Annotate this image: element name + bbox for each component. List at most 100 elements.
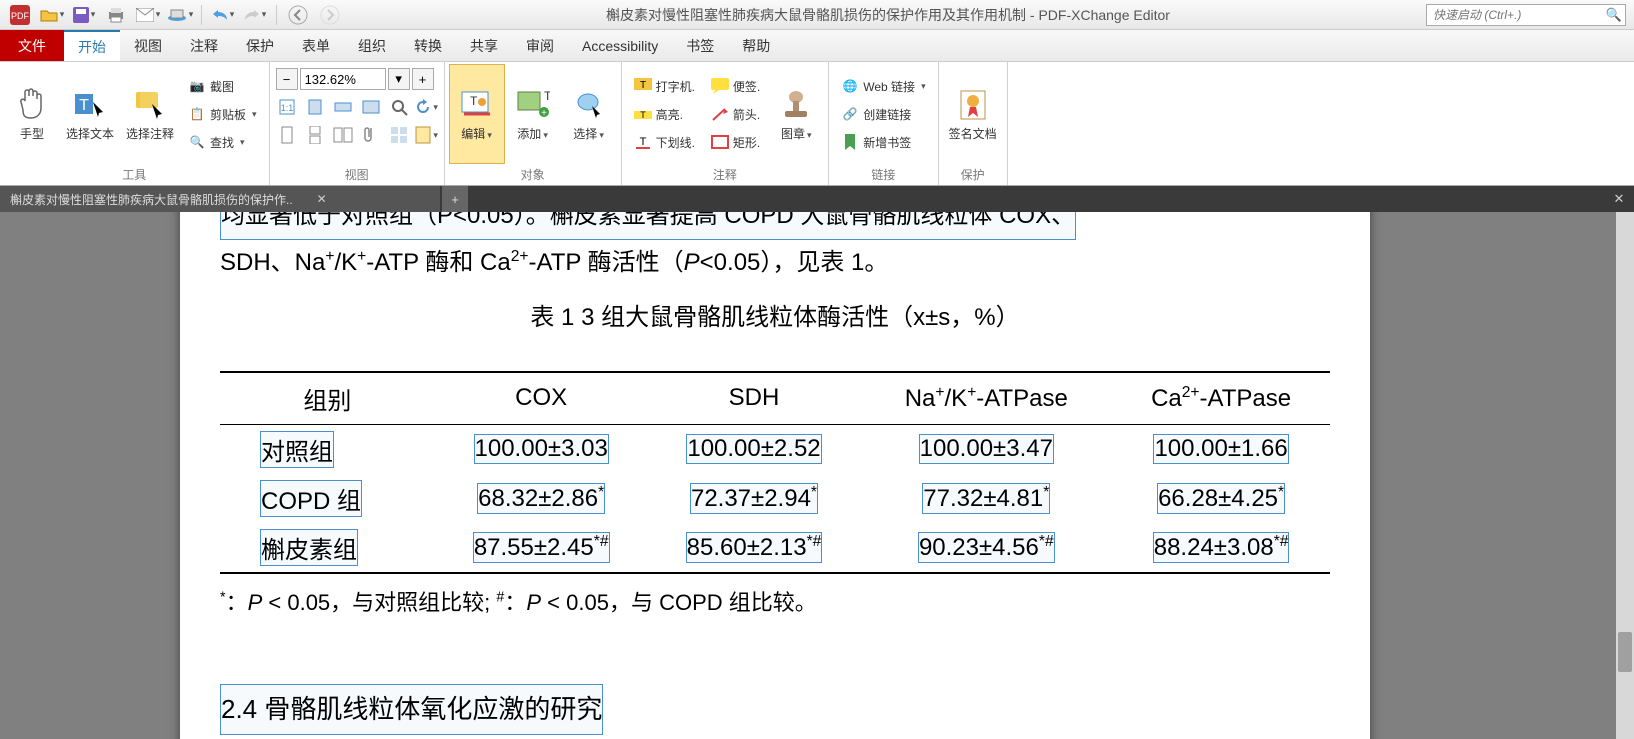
zoom-input[interactable] bbox=[300, 68, 386, 90]
select-annot-tool[interactable]: 选择注释 bbox=[120, 64, 180, 164]
quick-launch[interactable]: 🔍 bbox=[1426, 4, 1626, 26]
camera-icon: 📷 bbox=[188, 77, 206, 95]
tab-view[interactable]: 视图 bbox=[120, 30, 176, 61]
close-tab-icon[interactable]: ✕ bbox=[317, 192, 327, 206]
scan-icon[interactable] bbox=[166, 3, 194, 27]
tab-bookmarks[interactable]: 书签 bbox=[672, 30, 728, 61]
text-selection[interactable]: 均显著低于对照组（P<0.05）。槲皮素显著提高 COPD 大鼠骨骼肌线粒体 C… bbox=[220, 212, 1076, 240]
app-icon[interactable]: PDF bbox=[6, 3, 34, 27]
tab-comment[interactable]: 注释 bbox=[176, 30, 232, 61]
zoom-out-button[interactable]: − bbox=[276, 68, 298, 90]
bookmark-button[interactable]: 新增书签 bbox=[837, 129, 929, 155]
actual-size-icon[interactable]: 1:1 bbox=[274, 94, 300, 120]
table-row[interactable]: COPD 组68.32±2.86*72.37±2.94*77.32±4.81*6… bbox=[220, 474, 1330, 523]
tab-accessibility[interactable]: Accessibility bbox=[568, 30, 672, 61]
nav-back-icon[interactable] bbox=[284, 3, 312, 27]
createlink-button[interactable]: 🔗创建链接 bbox=[837, 101, 929, 127]
select-text-tool[interactable]: T 选择文本 bbox=[60, 64, 120, 164]
quick-launch-input[interactable] bbox=[1427, 8, 1603, 22]
close-all-icon[interactable]: ✕ bbox=[1604, 186, 1634, 212]
thumbnails-icon[interactable] bbox=[386, 122, 412, 148]
underline-icon: T bbox=[634, 133, 652, 151]
vertical-scrollbar[interactable] bbox=[1616, 212, 1634, 739]
document-tab-title: 槲皮素对慢性阻塞性肺疾病大鼠骨骼肌损伤的保护作.. bbox=[10, 191, 293, 208]
single-page-icon[interactable] bbox=[274, 122, 300, 148]
group-label: 对象 bbox=[449, 164, 617, 185]
ribbon: 手型 T 选择文本 选择注释 📷截图 📋剪贴板 🔍查找 工具 − ▾ bbox=[0, 62, 1634, 186]
page-layout-icon[interactable] bbox=[414, 122, 440, 148]
rect-button[interactable]: 矩形. bbox=[707, 129, 764, 155]
group-label: 注释 bbox=[626, 164, 825, 185]
svg-text:+: + bbox=[541, 108, 547, 119]
typewriter-button[interactable]: T打字机. bbox=[630, 73, 699, 99]
svg-text:PDF: PDF bbox=[11, 11, 30, 21]
table-footnote[interactable]: *：P < 0.05，与对照组比较; #：P < 0.05，与 COPD 组比较… bbox=[220, 582, 1330, 624]
find-icon: 🔍 bbox=[188, 133, 206, 151]
tab-organize[interactable]: 组织 bbox=[344, 30, 400, 61]
nav-fwd-icon[interactable] bbox=[316, 3, 344, 27]
th-ca[interactable]: Ca2+-ATPase bbox=[1112, 372, 1330, 425]
zoom-in-button[interactable]: + bbox=[412, 68, 434, 90]
weblink-button[interactable]: 🌐Web 链接 bbox=[837, 73, 929, 99]
fit-width-icon[interactable] bbox=[330, 94, 356, 120]
file-menu[interactable]: 文件 bbox=[0, 30, 64, 61]
tab-help[interactable]: 帮助 bbox=[728, 30, 784, 61]
new-tab-button[interactable]: + bbox=[442, 186, 468, 212]
tab-protect[interactable]: 保护 bbox=[232, 30, 288, 61]
svg-text:1:1: 1:1 bbox=[280, 103, 293, 113]
select-tool[interactable]: 选择 bbox=[561, 64, 617, 164]
two-page-icon[interactable] bbox=[330, 122, 356, 148]
tab-share[interactable]: 共享 bbox=[456, 30, 512, 61]
hand-tool[interactable]: 手型 bbox=[4, 64, 60, 164]
th-group[interactable]: 组别 bbox=[220, 372, 435, 425]
arrow-button[interactable]: 箭头. bbox=[707, 101, 764, 127]
underline-button[interactable]: T下划线. bbox=[630, 129, 699, 155]
data-table[interactable]: 组别 COX SDH Na+/K+-ATPase Ca2+-ATPase 对照组… bbox=[220, 371, 1330, 574]
th-nak[interactable]: Na+/K+-ATPase bbox=[860, 372, 1112, 425]
fit-page-icon[interactable] bbox=[302, 94, 328, 120]
document-viewport[interactable]: 均显著低于对照组（P<0.05）。槲皮素显著提高 COPD 大鼠骨骼肌线粒体 C… bbox=[0, 212, 1634, 739]
table-caption[interactable]: 表 1 3 组大鼠骨骼肌线粒体酶活性（x±s，%） bbox=[220, 295, 1330, 341]
redo-icon[interactable] bbox=[241, 3, 269, 27]
table-row[interactable]: 对照组100.00±3.03100.00±2.52100.00±3.47100.… bbox=[220, 424, 1330, 474]
continuous-icon[interactable] bbox=[302, 122, 328, 148]
add-tool[interactable]: T+ 添加 bbox=[505, 64, 561, 164]
body-text[interactable]: SDH、Na+/K+-ATP 酶和 Ca2+-ATP 酶活性（P<0.05），见… bbox=[220, 240, 1330, 286]
edit-tool[interactable]: T 编辑 bbox=[449, 64, 505, 164]
attach-icon[interactable] bbox=[358, 122, 384, 148]
mail-icon[interactable] bbox=[134, 3, 162, 27]
menu-bar: 文件 开始 视图 注释 保护 表单 组织 转换 共享 审阅 Accessibil… bbox=[0, 30, 1634, 62]
stamp-tool[interactable]: 图章 bbox=[768, 64, 824, 164]
tab-convert[interactable]: 转换 bbox=[400, 30, 456, 61]
section-heading[interactable]: 2.4 骨骼肌线粒体氧化应激的研究 bbox=[220, 684, 603, 735]
document-tab[interactable]: 槲皮素对慢性阻塞性肺疾病大鼠骨骼肌损伤的保护作.. ✕ bbox=[0, 186, 440, 212]
clipboard-button[interactable]: 📋剪贴板 bbox=[184, 101, 261, 127]
zoom-marquee-icon[interactable] bbox=[386, 94, 412, 120]
th-cox[interactable]: COX bbox=[435, 372, 648, 425]
print-icon[interactable] bbox=[102, 3, 130, 27]
rotate-icon[interactable] bbox=[414, 94, 440, 120]
tab-review[interactable]: 审阅 bbox=[512, 30, 568, 61]
zoom-dropdown[interactable]: ▾ bbox=[388, 68, 410, 90]
open-icon[interactable] bbox=[38, 3, 66, 27]
search-icon[interactable]: 🔍 bbox=[1603, 7, 1625, 23]
pdf-page[interactable]: 均显著低于对照组（P<0.05）。槲皮素显著提高 COPD 大鼠骨骼肌线粒体 C… bbox=[180, 212, 1370, 739]
scroll-thumb[interactable] bbox=[1618, 632, 1632, 672]
add-icon: T+ bbox=[515, 87, 551, 123]
note-button[interactable]: 便签. bbox=[707, 73, 764, 99]
table-row[interactable]: 槲皮素组87.55±2.45*#85.60±2.13*#90.23±4.56*#… bbox=[220, 523, 1330, 573]
tab-home[interactable]: 开始 bbox=[64, 30, 120, 61]
highlight-button[interactable]: T高亮. bbox=[630, 101, 699, 127]
clipboard-icon: 📋 bbox=[188, 105, 206, 123]
find-button[interactable]: 🔍查找 bbox=[184, 129, 261, 155]
undo-icon[interactable] bbox=[209, 3, 237, 27]
save-icon[interactable] bbox=[70, 3, 98, 27]
svg-text:T: T bbox=[639, 136, 646, 148]
sign-tool[interactable]: 签名文档 bbox=[943, 64, 1003, 164]
th-sdh[interactable]: SDH bbox=[648, 372, 861, 425]
screenshot-button[interactable]: 📷截图 bbox=[184, 73, 261, 99]
tab-form[interactable]: 表单 bbox=[288, 30, 344, 61]
ribbon-group-annotations: T打字机. T高亮. T下划线. 便签. 箭头. 矩形. 图章 注释 bbox=[622, 62, 830, 185]
ribbon-group-view: − ▾ + 1:1 视图 bbox=[270, 62, 445, 185]
fit-visible-icon[interactable] bbox=[358, 94, 384, 120]
